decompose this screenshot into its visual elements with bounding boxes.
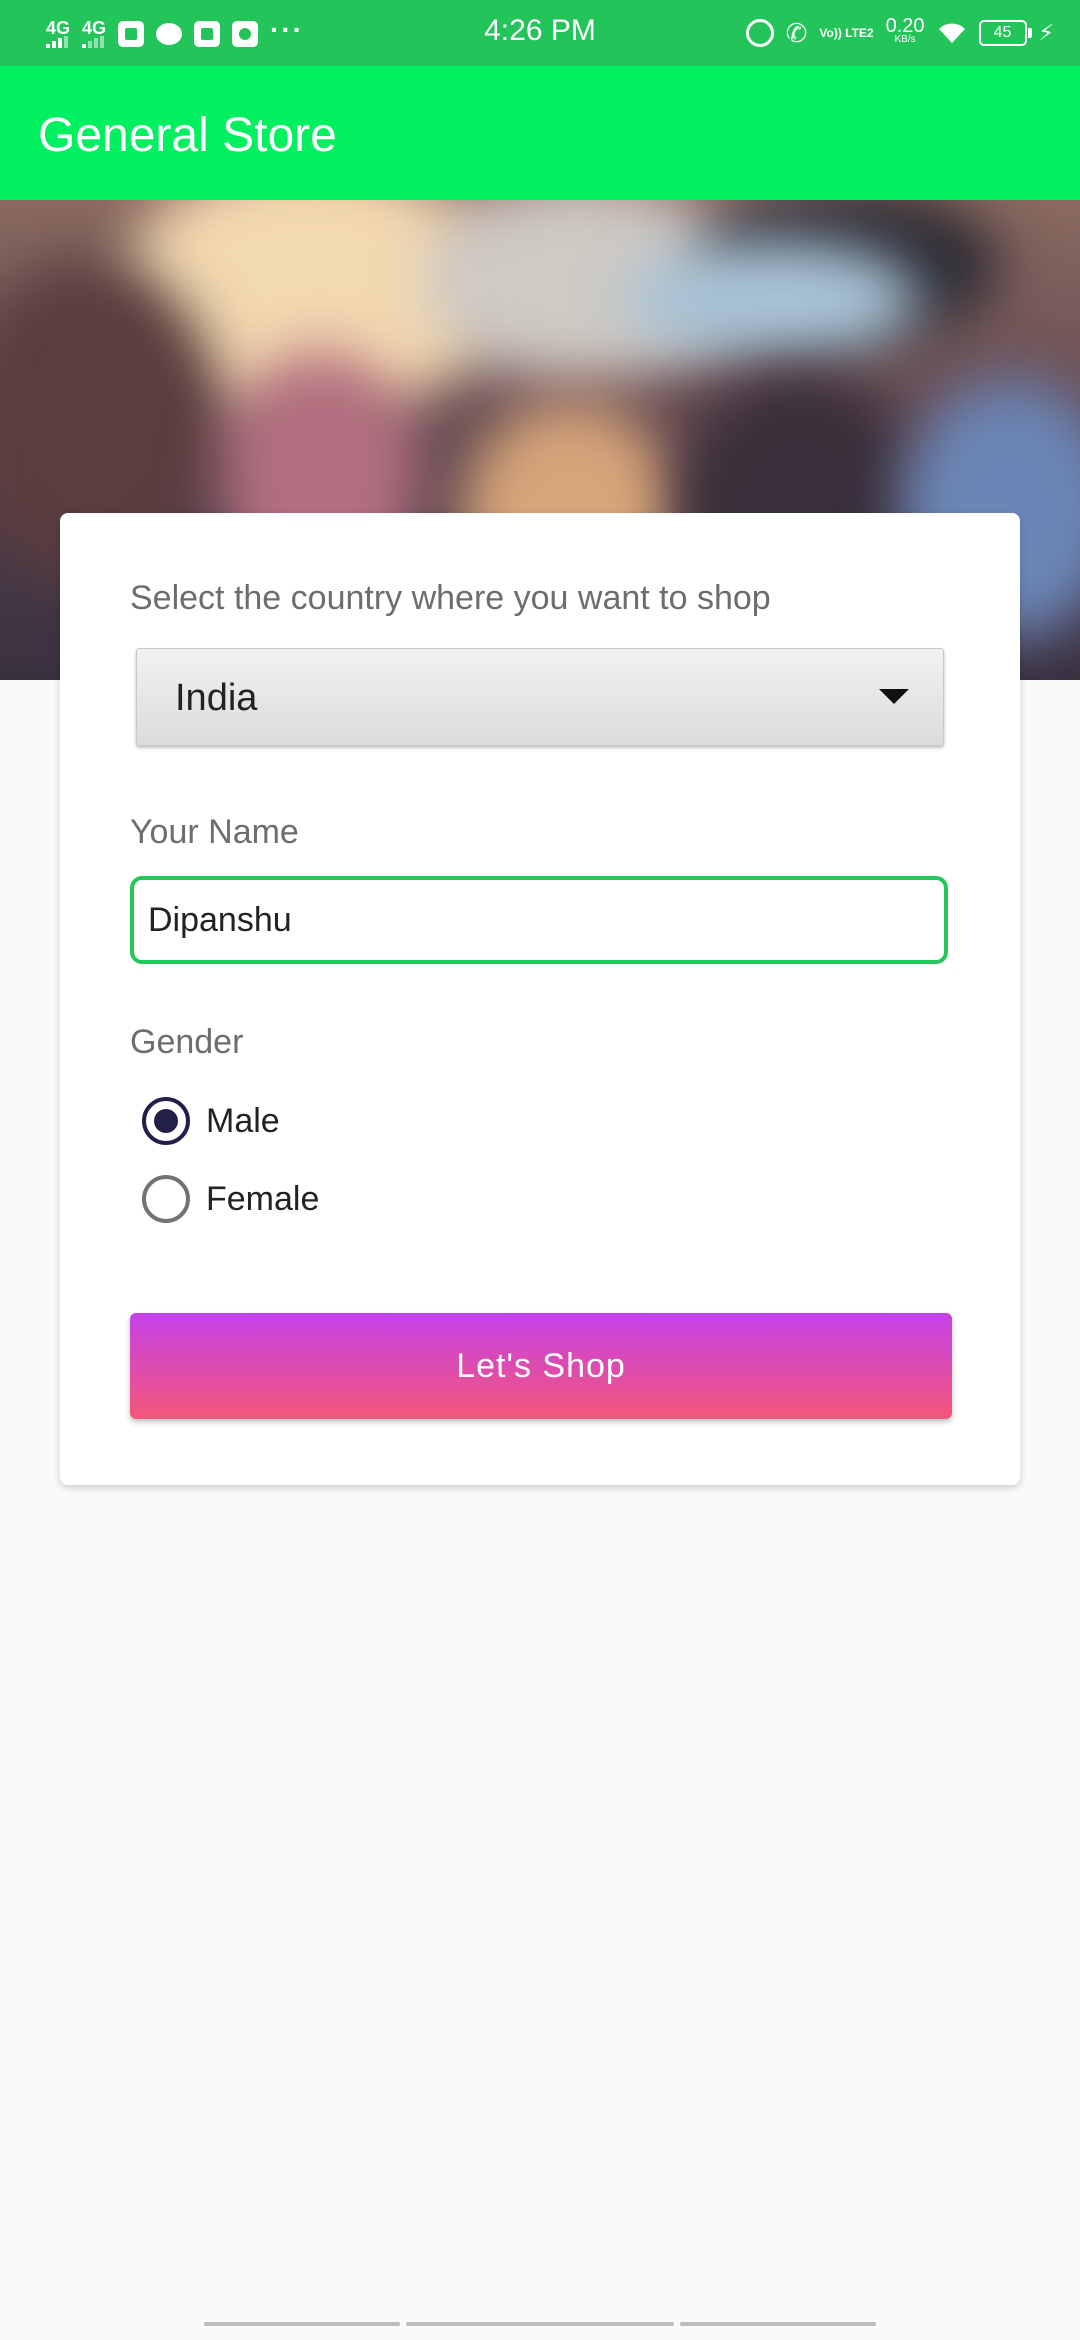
status-bar: 4G 4G ··· 4:26 PM ✆ Vo)) LTE2 0.20 KB/s … — [0, 0, 1080, 66]
wifi-icon — [938, 23, 965, 43]
status-right-icons: ✆ Vo)) LTE2 0.20 KB/s 45 ⚡ — [745, 12, 1054, 54]
app-bar: General Store — [0, 66, 1080, 200]
country-selected-value: India — [175, 677, 258, 719]
gender-option-male[interactable]: Male — [142, 1097, 280, 1145]
gender-option-label: Male — [206, 1101, 280, 1140]
gender-option-label: Female — [206, 1179, 320, 1218]
gender-option-female[interactable]: Female — [142, 1175, 319, 1223]
radio-checked-icon[interactable] — [142, 1097, 190, 1145]
volte-indicator: Vo)) LTE2 — [819, 26, 874, 40]
battery-level: 45 — [993, 24, 1012, 41]
battery-icon: 45 — [978, 20, 1032, 46]
charging-icon: ⚡ — [1038, 20, 1054, 45]
lets-shop-button[interactable]: Let's Shop — [130, 1313, 952, 1419]
name-label: Your Name — [130, 813, 299, 851]
network-speed: 0.20 KB/s — [885, 15, 925, 47]
radio-unchecked-icon[interactable] — [142, 1175, 190, 1223]
country-dropdown[interactable]: India — [136, 648, 944, 746]
gender-label: Gender — [130, 1023, 244, 1061]
app-title: General Store — [38, 109, 337, 162]
network-speed-value: 0.20 — [885, 15, 925, 37]
form-card: Select the country where you want to sho… — [60, 513, 1020, 1485]
nav-hint-left — [204, 2322, 400, 2326]
country-label: Select the country where you want to sho… — [130, 579, 771, 617]
dropdown-arrow-icon — [879, 689, 909, 704]
name-input[interactable] — [130, 876, 948, 964]
nav-hint-center — [406, 2322, 674, 2326]
call-icon: ✆ — [785, 17, 808, 48]
alarm-icon — [745, 19, 774, 47]
nav-hint-right — [680, 2322, 876, 2326]
